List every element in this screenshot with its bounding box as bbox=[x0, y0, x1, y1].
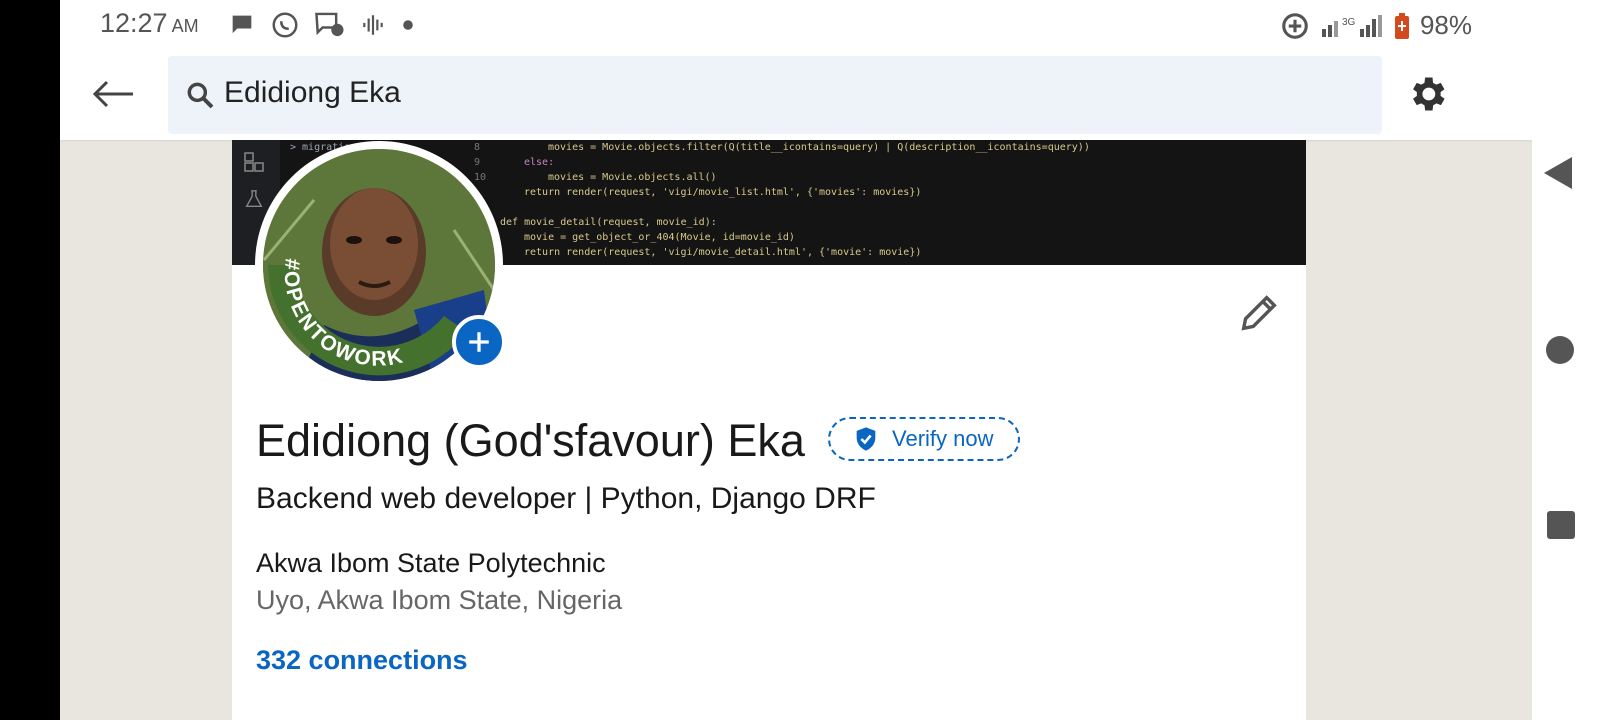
signal-icon: 3G bbox=[1321, 14, 1382, 37]
profile-headline: Backend web developer | Python, Django D… bbox=[256, 482, 876, 515]
status-bar: 12:27 AM 3G 98% bbox=[60, 0, 1532, 50]
linkedin-app: 12:27 AM 3G 98% Edidiong Eka > migration… bbox=[60, 0, 1532, 720]
gear-icon bbox=[1413, 77, 1445, 111]
connections-link[interactable]: 332 connections bbox=[256, 645, 468, 676]
settings-button[interactable] bbox=[1405, 72, 1449, 116]
nav-home-button[interactable] bbox=[1544, 334, 1578, 368]
shield-check-icon bbox=[856, 427, 876, 451]
data-saver-icon bbox=[1282, 12, 1308, 39]
profile-school: Akwa Ibom State Polytechnic bbox=[256, 548, 606, 578]
square-recents-icon bbox=[1547, 511, 1575, 539]
status-time-ampm: AM bbox=[171, 16, 199, 36]
plus-icon bbox=[469, 332, 489, 352]
profile-location: Uyo, Akwa Ibom State, Nigeria bbox=[256, 585, 623, 615]
search-icon bbox=[187, 82, 214, 109]
top-toolbar: Edidiong Eka bbox=[60, 50, 1532, 140]
search-input[interactable]: Edidiong Eka bbox=[168, 56, 1382, 134]
battery-icon bbox=[1394, 12, 1409, 39]
nav-recents-button[interactable] bbox=[1546, 510, 1580, 544]
profile-photo[interactable]: #OPENTOWORK bbox=[254, 140, 506, 390]
android-navigation-bar bbox=[1532, 0, 1612, 720]
chat-facebook-icon bbox=[315, 12, 344, 37]
code-line: return render(request, 'vigi/movie_detai… bbox=[524, 247, 922, 258]
left-screen-edge bbox=[0, 0, 60, 720]
pencil-icon bbox=[1241, 295, 1277, 331]
message-icon bbox=[232, 15, 252, 34]
verify-now-label: Verify now bbox=[892, 426, 994, 451]
status-time-value: 12:27 bbox=[100, 8, 168, 38]
system-status-icons: 3G 98% bbox=[1280, 10, 1472, 41]
whatsapp-icon bbox=[272, 12, 298, 38]
code-line: movies = Movie.objects.all() bbox=[548, 172, 717, 183]
code-line: movie = get_object_or_404(Movie, id=movi… bbox=[524, 232, 795, 243]
notification-icons bbox=[228, 10, 416, 40]
nav-back-button[interactable] bbox=[1542, 155, 1582, 195]
add-photo-button[interactable] bbox=[452, 315, 506, 369]
audio-wave-icon bbox=[363, 15, 383, 35]
triangle-back-icon bbox=[1544, 157, 1572, 189]
arrow-left-icon bbox=[92, 80, 133, 108]
profile-card: > migrations 8 9 10 movies = Movie.objec… bbox=[232, 140, 1306, 720]
search-value: Edidiong Eka bbox=[224, 76, 401, 109]
battery-percentage: 98% bbox=[1419, 10, 1472, 40]
network-type-label: 3G bbox=[1342, 17, 1356, 28]
verify-now-button[interactable]: Verify now bbox=[828, 417, 1020, 461]
edit-profile-button[interactable] bbox=[1236, 290, 1282, 336]
code-line: else: bbox=[524, 157, 555, 168]
back-button[interactable] bbox=[88, 72, 138, 116]
circle-home-icon bbox=[1546, 336, 1574, 364]
dot-icon bbox=[403, 20, 413, 30]
code-line: def movie_detail(request, movie_id): bbox=[500, 217, 717, 228]
profile-name: Edidiong (God'sfavour) Eka bbox=[256, 415, 805, 466]
code-line: movies = Movie.objects.filter(Q(title__i… bbox=[548, 142, 1090, 153]
code-line: return render(request, 'vigi/movie_list.… bbox=[524, 187, 922, 198]
status-time: 12:27 AM bbox=[100, 8, 199, 39]
